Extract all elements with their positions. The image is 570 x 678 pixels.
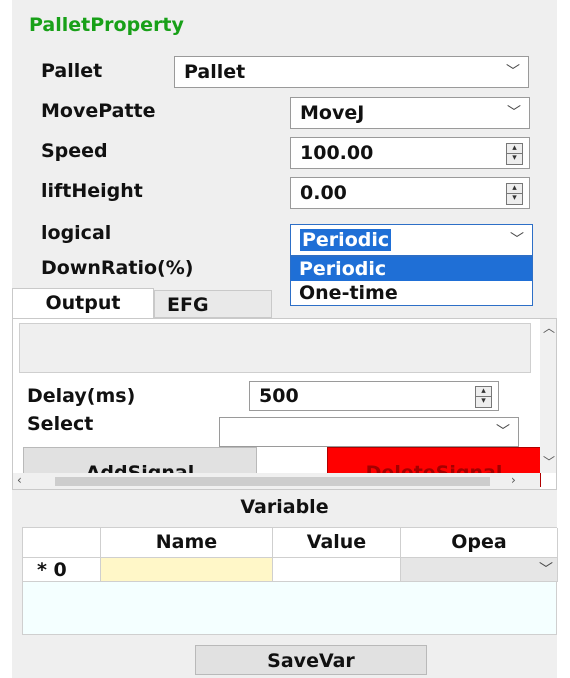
chevron-down-icon: ﹀ xyxy=(507,105,521,121)
scroll-thumb[interactable] xyxy=(55,477,490,486)
logical-dropdown-list: Periodic One-time xyxy=(290,256,533,306)
speed-input[interactable]: 100.00 ▴ ▾ xyxy=(290,137,530,169)
horizontal-scrollbar[interactable]: ‹ › xyxy=(13,473,540,489)
chevron-down-icon: ﹀ xyxy=(496,424,510,440)
pallet-label: Pallet xyxy=(41,60,103,82)
delay-value: 500 xyxy=(259,385,299,407)
row-header[interactable]: * 0 xyxy=(23,558,101,582)
spin-up-down-icon[interactable]: ▴ ▾ xyxy=(506,183,523,205)
tab-output[interactable]: Output xyxy=(12,288,154,318)
chevron-down-icon: ﹀ xyxy=(510,232,524,248)
logical-option[interactable]: Periodic xyxy=(291,257,532,281)
save-var-button[interactable]: SaveVar xyxy=(195,645,427,675)
output-tab-panel: Delay(ms) 500 ▴ ▾ Select ﹀ AddSignal Del… xyxy=(12,318,557,490)
delay-input[interactable]: 500 ▴ ▾ xyxy=(249,381,499,411)
lift-height-value: 0.00 xyxy=(300,182,347,204)
scroll-left-icon[interactable]: ‹ xyxy=(17,473,22,487)
logical-combo[interactable]: Periodic ﹀ xyxy=(290,224,533,256)
vertical-scrollbar[interactable]: ︿ ﹀ xyxy=(540,319,556,473)
column-header-value[interactable]: Value xyxy=(273,528,401,558)
spin-up-down-icon[interactable]: ▴ ▾ xyxy=(475,386,492,408)
spin-up-down-icon[interactable]: ▴ ▾ xyxy=(506,143,523,165)
speed-label: Speed xyxy=(41,140,108,162)
spin-down-icon[interactable]: ▾ xyxy=(507,154,522,164)
delay-label: Delay(ms) xyxy=(27,385,136,407)
spin-down-icon[interactable]: ▾ xyxy=(476,397,491,407)
down-ratio-label: DownRatio(%) xyxy=(41,257,194,279)
name-cell[interactable] xyxy=(101,558,273,582)
signal-list-box[interactable] xyxy=(19,323,531,373)
speed-value: 100.00 xyxy=(300,142,374,164)
chevron-down-icon: ﹀ xyxy=(506,64,520,80)
pallet-combo[interactable]: Pallet ﹀ xyxy=(174,56,529,88)
move-pattern-label: MovePatte xyxy=(41,100,156,122)
opea-combo-cell[interactable]: ﹀ xyxy=(401,558,558,582)
tab-efg[interactable]: EFG xyxy=(154,290,272,318)
variable-title: Variable xyxy=(240,496,329,518)
spin-down-icon[interactable]: ▾ xyxy=(507,194,522,204)
select-label: Select xyxy=(27,413,94,435)
value-cell[interactable] xyxy=(273,558,401,582)
lift-height-input[interactable]: 0.00 ▴ ▾ xyxy=(290,177,530,209)
lift-height-label: liftHeight xyxy=(41,180,143,202)
pallet-value: Pallet xyxy=(184,61,246,83)
chevron-down-icon: ﹀ xyxy=(539,562,553,578)
logical-option[interactable]: One-time xyxy=(291,281,532,305)
grid-header-corner xyxy=(23,528,101,558)
column-header-opea[interactable]: Opea xyxy=(401,528,558,558)
scroll-right-icon[interactable]: › xyxy=(511,473,516,487)
column-header-name[interactable]: Name xyxy=(101,528,273,558)
scroll-down-icon[interactable]: ﹀ xyxy=(542,455,556,469)
panel-title: PalletProperty xyxy=(29,14,184,36)
logical-label: logical xyxy=(41,222,112,244)
scroll-up-icon[interactable]: ︿ xyxy=(542,321,556,335)
move-pattern-combo[interactable]: MoveJ ﹀ xyxy=(290,97,530,129)
logical-value: Periodic xyxy=(300,229,392,251)
variable-grid[interactable]: Name Value Opea * 0 ﹀ xyxy=(22,527,558,635)
move-pattern-value: MoveJ xyxy=(300,102,365,124)
select-combo[interactable]: ﹀ xyxy=(219,417,519,447)
